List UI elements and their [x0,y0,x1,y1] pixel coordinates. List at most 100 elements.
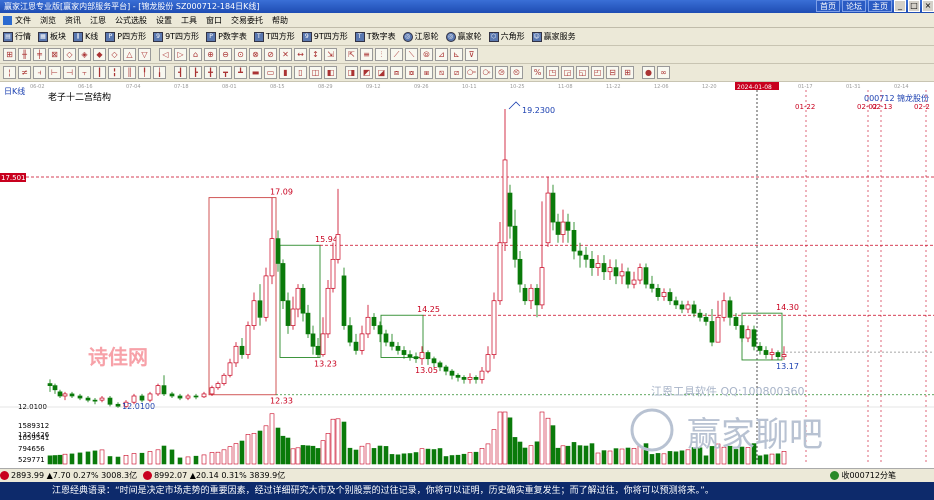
analysis-tool-icon[interactable]: ● [642,66,655,79]
menu-help[interactable]: 帮助 [272,15,288,26]
drawing-tool-icon[interactable]: ⊘ [264,48,277,61]
drawing-tool-icon[interactable]: ◁ [159,48,172,61]
menu-trade[interactable]: 交易委托 [231,15,263,26]
analysis-tool-icon[interactable]: ⊣ [63,66,76,79]
home-button[interactable]: 首页 [816,0,840,12]
drawing-tool-icon[interactable]: ▽ [138,48,151,61]
analysis-tool-icon[interactable]: ⧇ [405,66,418,79]
analysis-tool-icon[interactable]: ⧂ [480,66,493,79]
toolbar-winner-service[interactable]: ☺ 赢家服务 [531,31,576,42]
homepage-button[interactable]: 主页 [868,0,892,12]
kline-chart[interactable]: 06-02 06-16 07-04 07-18 08-01 08-15 08-29 09-12… [0,82,934,468]
toolbar-9t-square-2[interactable]: 9 9T四方形 [301,31,348,42]
menu-file[interactable]: 文件 [15,15,31,26]
analysis-tool-icon[interactable]: ⫞ [33,66,46,79]
kline-chart-svg[interactable]: 06-02 06-16 07-04 07-18 08-01 08-15 08-29 09-12… [0,82,934,468]
drawing-tool-icon[interactable]: ⊞ [3,48,16,61]
analysis-tool-icon[interactable]: ┣ [189,66,202,79]
close-icon[interactable]: × [922,0,934,12]
drawing-tool-icon[interactable]: ⊾ [450,48,463,61]
index-sh[interactable]: 2893.99 ▲7.70 0.27% 3008.3亿 [0,470,137,481]
drawing-tool-icon[interactable]: ⟋ [390,48,403,61]
drawing-tool-icon[interactable]: ↕ [309,48,322,61]
analysis-tool-icon[interactable]: ⊢ [48,66,61,79]
analysis-tool-icon[interactable]: ⧈ [390,66,403,79]
toolbar-p-square[interactable]: P P四方形 [105,31,146,42]
toolbar-hexagon[interactable]: ⬡ 六角形 [488,31,525,42]
toolbar-kline[interactable]: ⫼ K线 [73,31,98,42]
drawing-tool-icon[interactable]: △ [123,48,136,61]
drawing-tool-icon[interactable]: ⇲ [324,48,337,61]
toolbar-sectors[interactable]: ▦ 板块 [38,31,66,42]
drawing-tool-icon[interactable]: ◇ [108,48,121,61]
analysis-tool-icon[interactable]: ⧄ [450,66,463,79]
menu-settings[interactable]: 设置 [156,15,172,26]
analysis-tool-icon[interactable]: ⧆ [420,66,433,79]
analysis-tool-icon[interactable]: ╏ [108,66,121,79]
toolbar-t-square[interactable]: T T四方形 [253,31,295,42]
analysis-tool-icon[interactable]: ◨ [345,66,358,79]
analysis-tool-icon[interactable]: ⫟ [78,66,91,79]
drawing-tool-icon[interactable]: ╪ [33,48,46,61]
analysis-tool-icon[interactable]: % [531,66,544,79]
drawing-tool-icon[interactable]: ⊿ [435,48,448,61]
analysis-tool-icon[interactable]: ◱ [576,66,589,79]
drawing-tool-icon[interactable]: ⌂ [189,48,202,61]
analysis-tool-icon[interactable]: ◰ [591,66,604,79]
restore-icon[interactable]: □ [908,0,920,12]
drawing-tool-icon[interactable]: ⇱ [345,48,358,61]
toolbar-9t-square-1[interactable]: 9 9T四方形 [153,31,199,42]
drawing-tool-icon[interactable]: ⊠ [48,48,61,61]
menu-info[interactable]: 资讯 [65,15,81,26]
drawing-tool-icon[interactable]: ⊗ [249,48,262,61]
drawing-tool-icon[interactable]: ↔ [294,48,307,61]
drawing-tool-icon[interactable]: ⊽ [465,48,478,61]
analysis-tool-icon[interactable]: ⧃ [465,66,478,79]
analysis-tool-icon[interactable]: ▭ [264,66,277,79]
analysis-tool-icon[interactable]: ¦ [3,66,16,79]
menu-window[interactable]: 窗口 [206,15,222,26]
menu-formula[interactable]: 公式选股 [115,15,147,26]
analysis-tool-icon[interactable]: ┃ [93,66,106,79]
drawing-tool-icon[interactable]: ▷ [174,48,187,61]
analysis-tool-icon[interactable]: ╿ [138,66,151,79]
toolbar-quotes[interactable]: ▤ 行情 [3,31,31,42]
analysis-tool-icon[interactable]: ⊞ [621,66,634,79]
toolbar-gann-wheel[interactable]: ◎ 江恩轮 [402,31,439,42]
index-sz[interactable]: 8992.07 ▲20.14 0.31% 3839.9亿 [143,470,285,481]
analysis-tool-icon[interactable]: ≠ [18,66,31,79]
analysis-tool-icon[interactable]: ◲ [561,66,574,79]
drawing-tool-icon[interactable]: ⦾ [420,48,433,61]
forum-button[interactable]: 论坛 [842,0,866,12]
analysis-tool-icon[interactable]: ▮ [279,66,292,79]
drawing-tool-icon[interactable]: ◈ [78,48,91,61]
drawing-tool-icon[interactable]: ⫶ [375,48,388,61]
minimize-icon[interactable]: _ [894,0,906,12]
analysis-tool-icon[interactable]: ◫ [309,66,322,79]
drawing-tool-icon[interactable]: ⟍ [405,48,418,61]
analysis-tool-icon[interactable]: ┻ [234,66,247,79]
drawing-tool-icon[interactable]: ◆ [93,48,106,61]
analysis-tool-icon[interactable]: ⧅ [435,66,448,79]
analysis-tool-icon[interactable]: ▯ [294,66,307,79]
analysis-tool-icon[interactable]: ╽ [153,66,166,79]
analysis-tool-icon[interactable]: ⧀ [510,66,523,79]
drawing-tool-icon[interactable]: ≡ [360,48,373,61]
analysis-tool-icon[interactable]: ◧ [324,66,337,79]
analysis-tool-icon[interactable]: ◳ [546,66,559,79]
toolbar-p-table[interactable]: P P数字表 [206,31,247,42]
drawing-tool-icon[interactable]: ╫ [18,48,31,61]
drawing-tool-icon[interactable]: ◇ [63,48,76,61]
analysis-tool-icon[interactable]: ┫ [174,66,187,79]
analysis-tool-icon[interactable]: ┳ [219,66,232,79]
analysis-tool-icon[interactable]: ▬ [249,66,262,79]
menu-gann[interactable]: 江恩 [90,15,106,26]
drawing-tool-icon[interactable]: ⊙ [234,48,247,61]
analysis-tool-icon[interactable]: ∞ [657,66,670,79]
analysis-tool-icon[interactable]: ◪ [375,66,388,79]
tick-detail[interactable]: 收000712分笔 [830,470,896,481]
analysis-tool-icon[interactable]: ⧁ [495,66,508,79]
analysis-tool-icon[interactable]: ◩ [360,66,373,79]
analysis-tool-icon[interactable]: ║ [123,66,136,79]
drawing-tool-icon[interactable]: ⊕ [204,48,217,61]
